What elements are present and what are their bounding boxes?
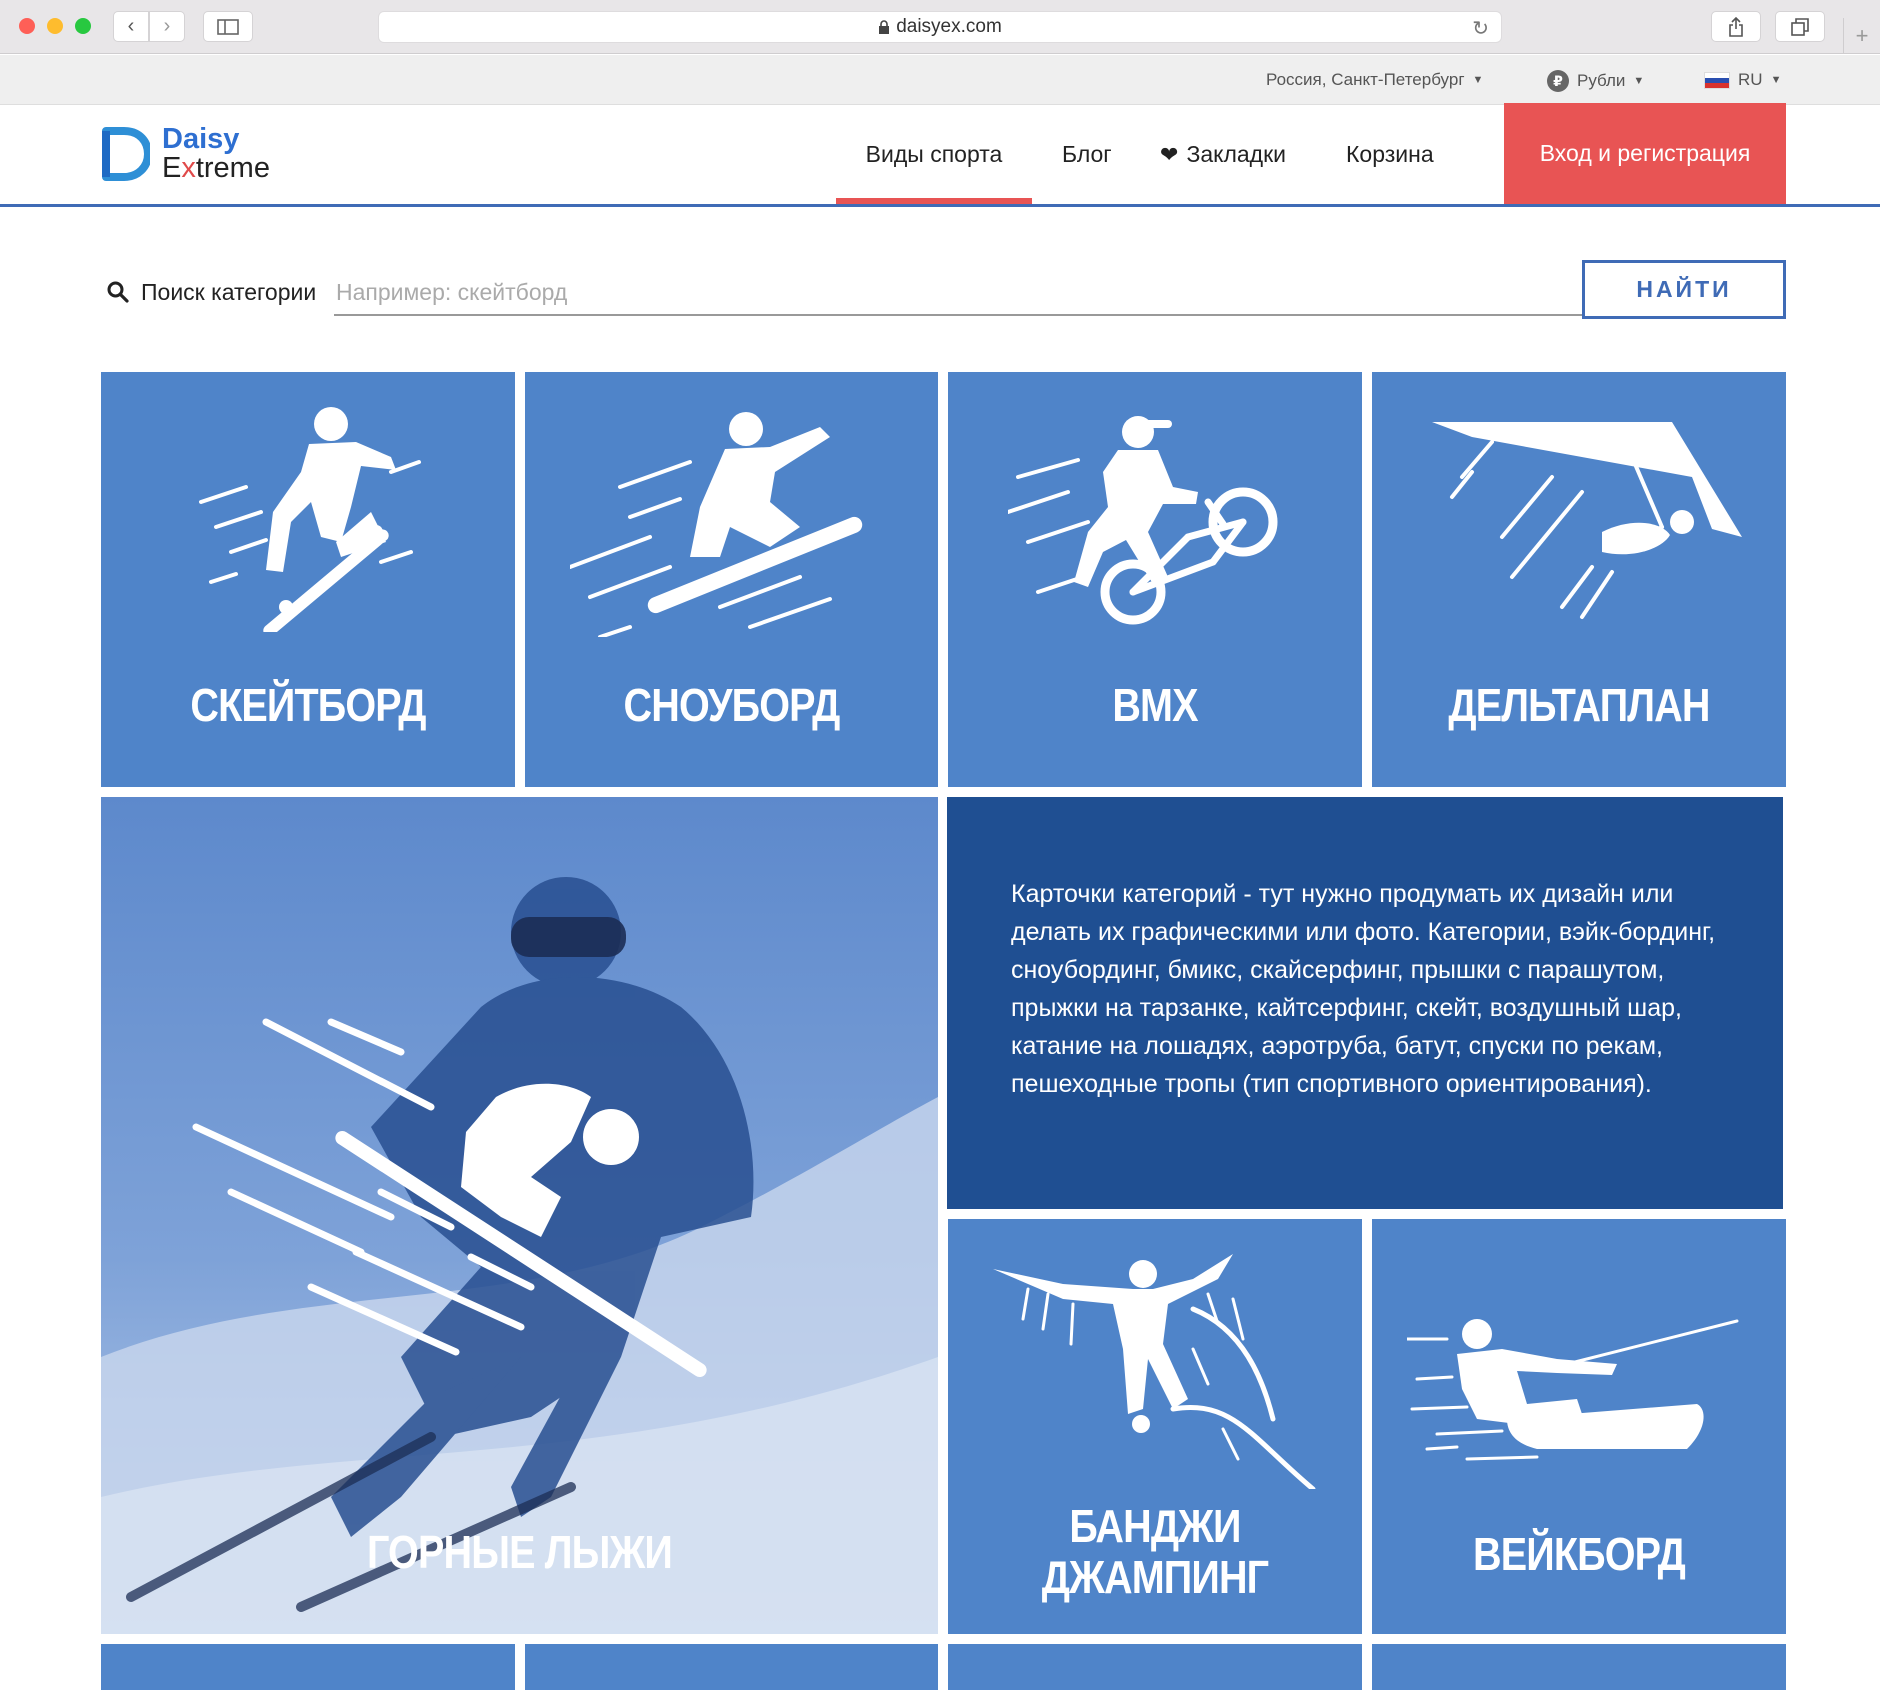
search-submit-button[interactable]: НАЙТИ [1582,260,1786,319]
tile-wakeboard[interactable]: ВЕЙКБОРД [1372,1219,1786,1634]
bungee-icon [993,1254,1316,1489]
currency-selector[interactable]: ₽ Рубли ▼ [1547,70,1644,92]
nav-bookmarks-label: Закладки [1186,141,1286,167]
tile-hangglider[interactable]: ДЕЛЬТАПЛАН [1372,372,1786,787]
info-text: Карточки категорий - тут нужно продумать… [1011,880,1716,1098]
forward-button[interactable]: › [149,11,185,42]
sidebar-toggle-button[interactable] [203,11,253,42]
address-bar[interactable]: daisyex.com ↻ [378,11,1502,43]
nav-blog[interactable]: Блог [1062,105,1112,204]
tile-ski[interactable]: ГОРНЫЕ ЛЫЖИ [101,797,938,1634]
nav-cart[interactable]: Корзина [1346,105,1434,204]
hangglider-icon [1432,422,1742,619]
browser-toolbar: ‹ › daisyex.com ↻ + [0,0,1880,54]
minimize-window-button[interactable] [47,18,63,34]
bmx-icon [1008,416,1278,625]
tile-skateboard[interactable]: СКЕЙТБОРД [101,372,515,787]
tile-row4-1[interactable] [101,1644,515,1690]
wakeboard-icon [1407,1319,1739,1461]
russia-flag-icon [1704,71,1730,89]
ruble-icon: ₽ [1547,70,1569,92]
chevron-right-icon: › [163,15,171,37]
search-label: Поиск категории [141,279,317,305]
tabs-icon [1791,17,1809,36]
tile-row4-4[interactable] [1372,1644,1786,1690]
info-text-block: Карточки категорий - тут нужно продумать… [947,797,1783,1209]
back-button[interactable]: ‹ [113,11,149,42]
caret-down-icon: ▼ [1633,75,1645,87]
reload-icon[interactable]: ↻ [1472,16,1489,41]
logo[interactable]: Daisy Extreme [100,125,270,183]
logo-daisy-text: Daisy [162,123,240,155]
tile-snowboard[interactable]: СНОУБОРД [525,372,938,787]
tile-bungee-label-line1: БАНДЖИ [1069,1500,1241,1552]
skateboard-icon [199,407,421,632]
language-label: RU [1738,70,1763,89]
close-window-button[interactable] [19,18,35,34]
language-selector[interactable]: RU ▼ [1704,70,1781,90]
currency-label: Рубли [1577,71,1626,90]
tile-bmx[interactable]: BMX [948,372,1362,787]
tile-wakeboard-label: ВЕЙКБОРД [1473,1528,1686,1580]
nav-cart-label: Корзина [1346,141,1434,167]
logo-extreme-text: Extreme [162,152,270,184]
category-search: Поиск категории НАЙТИ [106,260,1786,320]
tabs-overview-button[interactable] [1775,11,1825,42]
tile-ski-label: ГОРНЫЕ ЛЫЖИ [367,1526,673,1578]
tile-bmx-label: BMX [1112,679,1198,731]
plus-icon: + [1855,23,1869,48]
login-register-button[interactable]: Вход и регистрация [1504,103,1786,204]
share-icon [1729,16,1743,37]
utility-bar: Россия, Санкт-Петербург ▼ ₽ Рубли ▼ RU ▼ [0,55,1880,105]
tile-row4-2[interactable] [525,1644,938,1690]
tile-bungee-label: БАНДЖИ ДЖАМПИНГ [977,1501,1333,1602]
nav-blog-label: Блог [1062,141,1112,167]
sidebar-icon [217,18,239,35]
tile-bungee-label-line2: ДЖАМПИНГ [1041,1550,1269,1603]
lock-icon [879,20,890,34]
nav-sports[interactable]: Виды спорта [836,105,1032,204]
region-label: Россия, Санкт-Петербург [1266,70,1465,89]
search-input[interactable] [334,270,1658,316]
logo-mark-icon [102,127,150,181]
snowboard-icon [570,412,863,637]
new-tab-button[interactable]: + [1843,18,1880,54]
maximize-window-button[interactable] [75,18,91,34]
nav-sports-label: Виды спорта [865,141,1003,167]
chevron-left-icon: ‹ [127,15,135,37]
tile-bungee[interactable]: БАНДЖИ ДЖАМПИНГ [948,1219,1362,1634]
region-selector[interactable]: Россия, Санкт-Петербург ▼ [1266,70,1483,90]
tile-skateboard-label: СКЕЙТБОРД [190,679,426,731]
tile-row4-3[interactable] [948,1644,1362,1690]
nav-bookmarks[interactable]: ❤ Закладки [1160,105,1286,204]
tile-snowboard-label: СНОУБОРД [623,679,841,731]
search-icon [107,281,129,303]
site-header: Daisy Extreme Виды спорта Блог ❤ Закладки… [0,103,1880,207]
caret-down-icon: ▼ [1770,74,1782,86]
heart-icon: ❤ [1160,141,1179,167]
caret-down-icon: ▼ [1472,74,1484,86]
tile-hangglider-label: ДЕЛЬТАПЛАН [1448,679,1710,731]
ski-photo-image [101,797,938,1634]
share-button[interactable] [1711,11,1761,42]
url-text: daisyex.com [896,16,1002,37]
